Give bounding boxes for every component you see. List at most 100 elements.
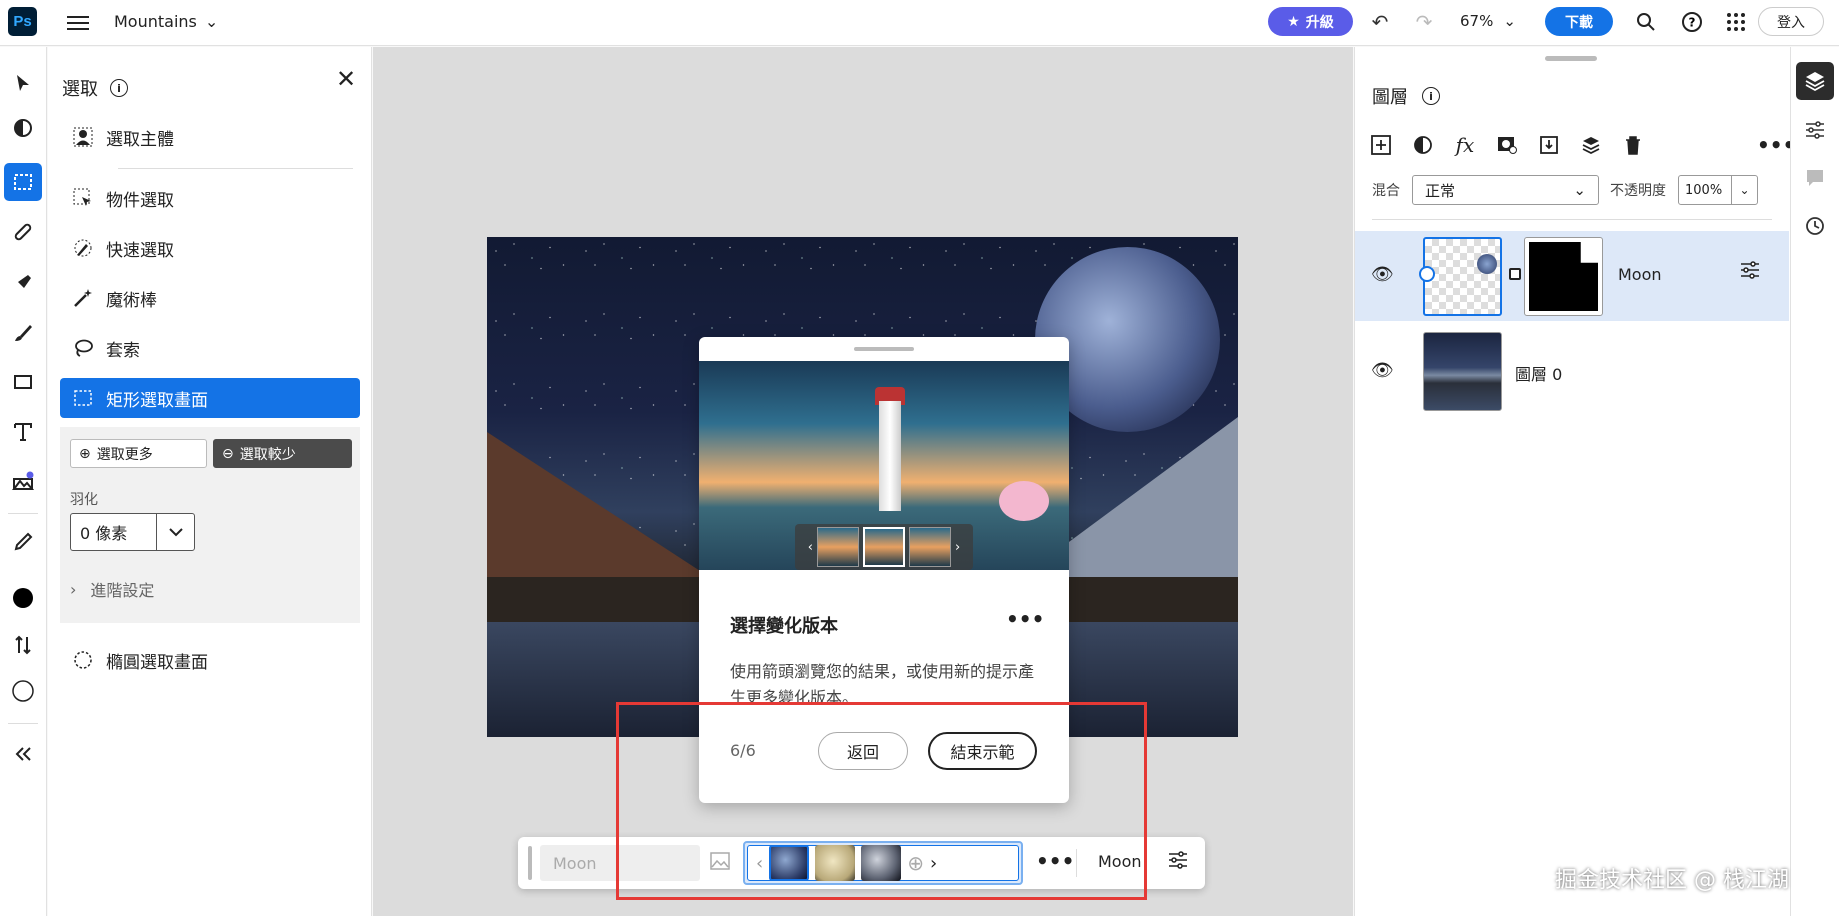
visibility-eye-icon[interactable]: 👁 [1371, 264, 1394, 285]
add-to-selection-button[interactable]: ⊕ 選取更多 [70, 439, 207, 468]
swap-colors-icon[interactable] [4, 626, 42, 664]
link-icon[interactable] [1419, 266, 1435, 282]
drag-handle[interactable] [854, 347, 914, 351]
annotation-highlight-box [616, 702, 1147, 900]
chevron-left-icon: ‹ [807, 539, 813, 555]
layer-mask-thumbnail[interactable] [1524, 237, 1603, 316]
foreground-color-swatch[interactable] [4, 579, 42, 617]
history-icon[interactable] [1796, 207, 1834, 245]
quick-actions-icon[interactable] [4, 264, 42, 302]
lasso-label: 套索 [106, 340, 140, 361]
subtract-from-selection-button[interactable]: ⊖ 選取較少 [213, 439, 352, 468]
chevron-down-icon[interactable]: ⌄ [1731, 176, 1757, 204]
menu-icon[interactable] [67, 12, 89, 34]
brush-tool-icon[interactable] [4, 314, 42, 352]
add-to-selection-label: 選取更多 [96, 446, 153, 463]
layer-actions: fx [1369, 133, 1645, 157]
opacity-field[interactable]: 100% ⌄ [1678, 175, 1758, 205]
layer-properties-icon[interactable] [1740, 261, 1760, 284]
layer-thumbnail[interactable] [1423, 237, 1502, 316]
tool-bar [0, 47, 47, 916]
move-tool-icon[interactable] [4, 64, 42, 102]
quick-selection-item[interactable]: 快速選取 [60, 228, 360, 268]
healing-brush-icon[interactable] [4, 213, 42, 251]
panel-drag-handle[interactable] [1545, 56, 1597, 61]
feather-label: 羽化 [70, 492, 98, 508]
preview-thumb [863, 527, 905, 567]
magic-wand-label: 魔術棒 [106, 290, 157, 311]
advanced-settings-label: 進階設定 [90, 581, 155, 600]
object-selection-label: 物件選取 [106, 190, 174, 211]
search-icon[interactable] [1634, 10, 1658, 34]
shape-tool-icon[interactable] [4, 363, 42, 401]
type-tool-icon[interactable] [4, 413, 42, 451]
photoshop-logo[interactable]: Ps [8, 7, 37, 36]
quick-selection-icon [72, 237, 94, 259]
chevron-down-icon: ⌄ [204, 12, 219, 31]
drag-handle[interactable] [528, 846, 532, 880]
adjustments-icon[interactable] [1168, 851, 1188, 874]
signin-button[interactable]: 登入 [1758, 7, 1824, 36]
comments-icon[interactable] [1796, 159, 1834, 197]
selection-tool-icon[interactable] [4, 163, 42, 201]
lasso-icon [72, 337, 94, 359]
upgrade-label: 升級 [1305, 14, 1334, 31]
add-circle-icon: ⊕ [79, 445, 91, 462]
upgrade-button[interactable]: ★ 升級 [1268, 7, 1353, 36]
magic-wand-icon [72, 287, 94, 309]
add-image-icon[interactable] [4, 463, 42, 501]
rectangular-marquee-item[interactable]: 矩形選取畫面 [60, 378, 360, 418]
add-layer-icon[interactable] [1369, 133, 1393, 157]
tour-preview-image: ‹ › [699, 361, 1069, 570]
selection-panel-header: 選取 i [62, 75, 128, 101]
elliptical-marquee-label: 橢圓選取畫面 [106, 652, 208, 673]
right-rail [1790, 47, 1839, 916]
collapse-panel-icon[interactable] [4, 735, 42, 773]
advanced-settings-toggle[interactable]: › 進階設定 [70, 577, 154, 601]
adjustment-layer-icon[interactable] [1411, 133, 1435, 157]
mask-icon[interactable] [1495, 133, 1519, 157]
redo-icon[interactable]: ↷ [1412, 10, 1436, 34]
download-button[interactable]: 下載 [1545, 7, 1613, 36]
info-icon[interactable]: i [1422, 87, 1440, 105]
close-icon[interactable]: ✕ [336, 65, 356, 93]
mask-link-icon[interactable] [1509, 268, 1521, 280]
layer-thumbnail[interactable] [1423, 332, 1502, 411]
select-subject-item[interactable]: 選取主體 [60, 117, 360, 157]
adjustment-tool-icon[interactable] [4, 109, 42, 147]
chevron-down-icon[interactable] [156, 514, 194, 550]
blend-mode-select[interactable]: 正常 ⌄ [1412, 175, 1599, 205]
blend-mode-value: 正常 [1425, 181, 1456, 200]
feather-value: 0 像素 [80, 524, 128, 543]
feather-field[interactable]: 0 像素 [70, 513, 195, 551]
merge-layers-icon[interactable] [1579, 133, 1603, 157]
visibility-eye-icon[interactable]: 👁 [1371, 360, 1394, 381]
object-selection-icon [72, 187, 94, 209]
object-selection-item[interactable]: 物件選取 [60, 178, 360, 218]
document-title-dropdown[interactable]: Mountains ⌄ [114, 12, 218, 31]
magic-wand-item[interactable]: 魔術棒 [60, 278, 360, 318]
properties-icon[interactable] [1796, 111, 1834, 149]
place-image-icon[interactable] [1537, 133, 1561, 157]
delete-icon[interactable] [1621, 133, 1645, 157]
info-icon[interactable]: i [110, 79, 128, 97]
rectangle-marquee-icon [72, 387, 94, 409]
star-icon: ★ [1287, 13, 1300, 30]
layer-row[interactable]: 👁 Moon [1355, 231, 1789, 321]
more-options-icon[interactable]: ••• [1006, 607, 1044, 631]
layer-name: 圖層 0 [1515, 365, 1563, 384]
background-color-swatch[interactable] [4, 672, 42, 710]
elliptical-marquee-item[interactable]: 橢圓選取畫面 [60, 640, 360, 680]
eyedropper-icon[interactable] [4, 523, 42, 561]
layer-row[interactable]: 👁 圖層 0 [1355, 327, 1789, 417]
select-subject-icon [72, 126, 94, 148]
undo-icon[interactable]: ↶ [1368, 10, 1392, 34]
layers-icon[interactable] [1796, 62, 1834, 100]
fx-icon[interactable]: fx [1453, 133, 1477, 157]
chevron-down-icon: ⌄ [1503, 12, 1516, 30]
help-icon[interactable]: ? [1680, 10, 1704, 34]
zoom-dropdown[interactable]: 67% ⌄ [1460, 12, 1516, 30]
lasso-item[interactable]: 套索 [60, 328, 360, 368]
apps-grid-icon[interactable] [1724, 10, 1748, 34]
tour-title: 選擇變化版本 [730, 616, 838, 637]
